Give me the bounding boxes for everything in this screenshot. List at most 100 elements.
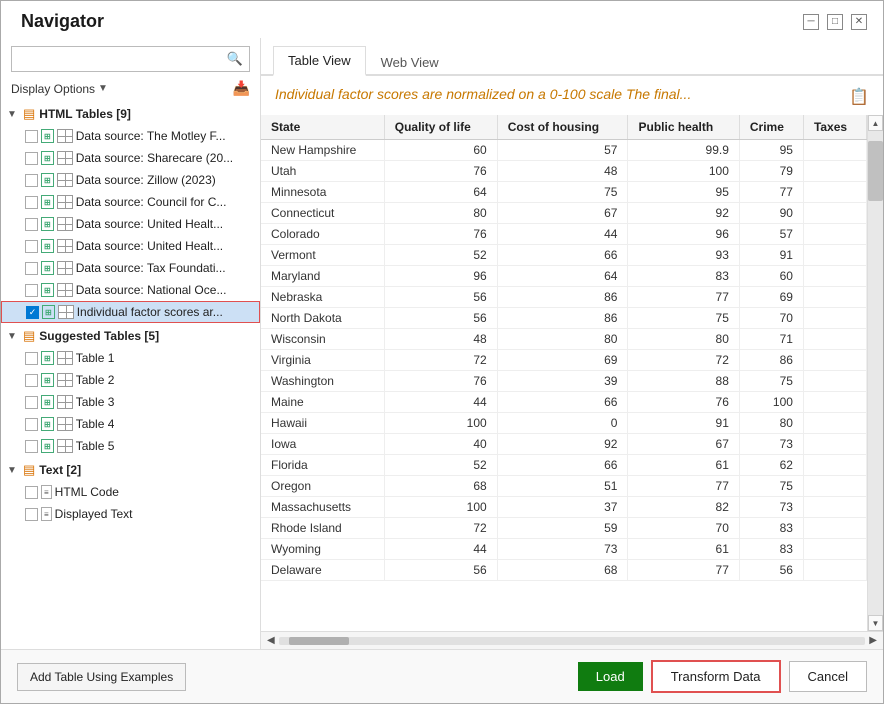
table-cell: 88 (628, 371, 739, 392)
add-table-button[interactable]: Add Table Using Examples (17, 663, 186, 691)
table-cell (803, 518, 866, 539)
table-cell: Hawaii (261, 413, 384, 434)
html-icon: ⊞ (41, 261, 54, 275)
tree-item-0[interactable]: ≡HTML Code (1, 481, 260, 503)
tab-web-view[interactable]: Web View (366, 48, 454, 76)
export-icon[interactable]: 📋 (849, 87, 869, 107)
checkbox[interactable] (25, 374, 38, 387)
table-cell: 76 (384, 224, 497, 245)
item-label: Data source: United Healt... (76, 239, 223, 253)
html-icon: ⊞ (41, 173, 54, 187)
item-label: Table 4 (76, 417, 115, 431)
tree-item-2[interactable]: ⊞Table 3 (1, 391, 260, 413)
checkbox[interactable] (25, 196, 38, 209)
text-doc-icon: ≡ (41, 507, 52, 521)
table-cell: Florida (261, 455, 384, 476)
html-icon: ⊞ (41, 129, 54, 143)
tree-item-8[interactable]: ✓⊞Individual factor scores ar... (1, 301, 260, 323)
table-cell: 56 (384, 287, 497, 308)
tree-item-3[interactable]: ⊞Table 4 (1, 413, 260, 435)
checkbox[interactable]: ✓ (26, 306, 39, 319)
table-cell: 0 (497, 413, 628, 434)
table-cell: Virginia (261, 350, 384, 371)
scroll-down-button[interactable]: ▼ (868, 615, 883, 631)
table-cell: 96 (628, 224, 739, 245)
checkbox[interactable] (25, 130, 38, 143)
checkbox[interactable] (25, 352, 38, 365)
checkbox[interactable] (25, 218, 38, 231)
tree-item-0[interactable]: ⊞Table 1 (1, 347, 260, 369)
tree-section-text: ▼ ▤ Text [2] ≡HTML Code≡Displayed Text (1, 459, 260, 525)
import-icon[interactable]: 📥 (233, 80, 250, 97)
scroll-left-button[interactable]: ◀ (267, 635, 275, 646)
tree-item-2[interactable]: ⊞Data source: Zillow (2023) (1, 169, 260, 191)
table-cell: 66 (497, 392, 628, 413)
checkbox[interactable] (25, 440, 38, 453)
checkbox[interactable] (25, 152, 38, 165)
table-row: Washington76398875 (261, 371, 867, 392)
checkbox[interactable] (25, 486, 38, 499)
preview-header: Individual factor scores are normalized … (261, 76, 883, 115)
checkbox[interactable] (25, 174, 38, 187)
section-header-text[interactable]: ▼ ▤ Text [2] (1, 459, 260, 481)
checkbox[interactable] (25, 262, 38, 275)
table-cell: Maine (261, 392, 384, 413)
section-header-suggested-tables[interactable]: ▼ ▤ Suggested Tables [5] (1, 325, 260, 347)
tree-item-1[interactable]: ⊞Data source: Sharecare (20... (1, 147, 260, 169)
table-row: Colorado76449657 (261, 224, 867, 245)
column-header: State (261, 115, 384, 140)
table-row: Minnesota64759577 (261, 182, 867, 203)
table-cell: Delaware (261, 560, 384, 581)
table-cell: 61 (628, 539, 739, 560)
table-cell: 56 (384, 560, 497, 581)
scroll-up-button[interactable]: ▲ (868, 115, 883, 131)
maximize-button[interactable]: □ (827, 14, 843, 30)
table-cell: 44 (384, 539, 497, 560)
scroll-thumb-h[interactable] (289, 637, 349, 645)
table-cell (803, 287, 866, 308)
chevron-icon: ▼ (7, 331, 19, 342)
table-scroll-inner[interactable]: StateQuality of lifeCost of housingPubli… (261, 115, 867, 631)
minimize-button[interactable]: ─ (803, 14, 819, 30)
checkbox[interactable] (25, 508, 38, 521)
tree-item-5[interactable]: ⊞Data source: United Healt... (1, 235, 260, 257)
checkbox[interactable] (25, 396, 38, 409)
table-cell: 64 (497, 266, 628, 287)
tab-table-view[interactable]: Table View (273, 46, 366, 76)
item-label: Data source: Sharecare (20... (76, 151, 233, 165)
checkbox[interactable] (25, 418, 38, 431)
tree-item-3[interactable]: ⊞Data source: Council for C... (1, 191, 260, 213)
search-box[interactable]: 🔍 (11, 46, 250, 72)
checkbox[interactable] (25, 240, 38, 253)
search-input[interactable] (12, 48, 221, 70)
table-row: Delaware56687756 (261, 560, 867, 581)
table-icon (57, 151, 73, 165)
table-cell: 62 (739, 455, 803, 476)
cancel-button[interactable]: Cancel (789, 661, 867, 692)
table-icon (57, 195, 73, 209)
tree-item-1[interactable]: ≡Displayed Text (1, 503, 260, 525)
tree-item-6[interactable]: ⊞ Data source: Tax Foundati... (1, 257, 260, 279)
tree-item-1[interactable]: ⊞Table 2 (1, 369, 260, 391)
column-header: Cost of housing (497, 115, 628, 140)
tree-item-7[interactable]: ⊞Data source: National Oce... (1, 279, 260, 301)
item-label: Table 2 (76, 373, 115, 387)
scroll-right-button[interactable]: ▶ (869, 635, 877, 646)
table-cell: 76 (384, 371, 497, 392)
scroll-thumb[interactable] (868, 141, 883, 201)
table-cell: Rhode Island (261, 518, 384, 539)
tree-item-4[interactable]: ⊞Data source: United Healt... (1, 213, 260, 235)
display-options-button[interactable]: Display Options ▼ (11, 82, 108, 96)
table-cell (803, 392, 866, 413)
section-header-html-tables[interactable]: ▼ ▤ HTML Tables [9] (1, 103, 260, 125)
checkbox[interactable] (25, 284, 38, 297)
item-label: Data source: Tax Foundati... (76, 261, 226, 275)
transform-data-button[interactable]: Transform Data (651, 660, 781, 693)
main-content: 🔍 Display Options ▼ 📥 ▼ ▤ HTML Tables [9… (1, 38, 883, 649)
load-button[interactable]: Load (578, 662, 643, 691)
table-cell: 80 (739, 413, 803, 434)
table-cell: 73 (497, 539, 628, 560)
tree-item-0[interactable]: ⊞Data source: The Motley F... (1, 125, 260, 147)
tree-item-4[interactable]: ⊞Table 5 (1, 435, 260, 457)
close-button[interactable]: ✕ (851, 14, 867, 30)
